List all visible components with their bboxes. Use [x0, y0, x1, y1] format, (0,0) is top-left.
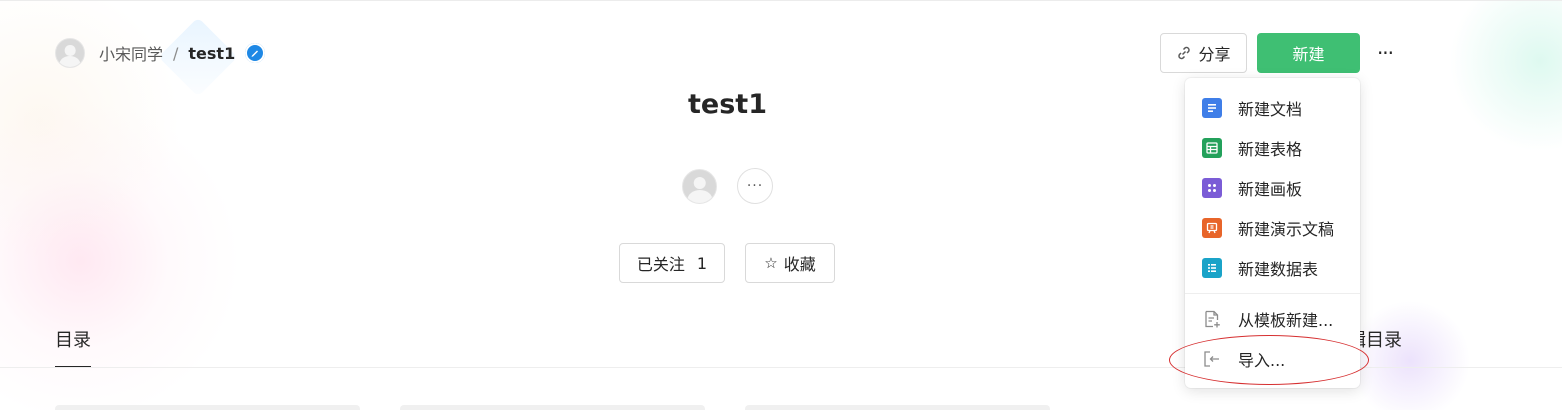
breadcrumb-user[interactable]: 小宋同学	[99, 41, 163, 65]
more-members-button[interactable]: ···	[737, 168, 773, 204]
breadcrumb-separator: /	[173, 43, 179, 63]
menu-item-label: 新建画板	[1238, 180, 1303, 199]
doc-card[interactable]	[400, 405, 705, 410]
star-icon: ☆	[764, 254, 778, 272]
new-button[interactable]: 新建	[1257, 33, 1360, 73]
menu-item-label: 新建文档	[1238, 100, 1303, 119]
datatable-icon	[1202, 258, 1222, 278]
slides-icon	[1202, 218, 1222, 238]
breadcrumb-book[interactable]: test1	[188, 44, 235, 63]
member-avatar[interactable]	[682, 168, 717, 204]
star-button[interactable]: ☆ 收藏	[745, 243, 835, 283]
members-row: ···	[682, 168, 773, 204]
doc-card[interactable]	[55, 405, 360, 410]
sheet-icon	[1202, 138, 1222, 158]
star-label: 收藏	[783, 255, 816, 274]
menu-item-label: 从模板新建...	[1238, 311, 1334, 330]
import-icon	[1202, 349, 1222, 369]
menu-item-new-doc[interactable]: 新建文档	[1185, 88, 1360, 128]
follow-count: 1	[696, 253, 708, 273]
link-icon	[1176, 45, 1192, 61]
share-label: 分享	[1198, 45, 1231, 64]
follow-label: 已关注	[636, 255, 685, 274]
breadcrumb: 小宋同学 / test1	[55, 38, 266, 68]
board-icon	[1202, 178, 1222, 198]
menu-item-new-sheet[interactable]: 新建表格	[1185, 128, 1360, 168]
new-dropdown-menu: 新建文档 新建表格 新建画板 新建演示文稿 新建数据表 从模板新建... 导入.…	[1185, 78, 1360, 388]
more-options-icon[interactable]: ···	[1372, 39, 1398, 67]
user-avatar[interactable]	[55, 38, 85, 68]
menu-item-import[interactable]: 导入...	[1185, 339, 1360, 379]
menu-item-label: 新建演示文稿	[1238, 220, 1335, 239]
doc-card[interactable]	[745, 405, 1050, 410]
doc-icon	[1202, 98, 1222, 118]
menu-item-new-slides[interactable]: 新建演示文稿	[1185, 208, 1360, 248]
verified-badge-icon	[245, 43, 266, 63]
menu-divider	[1185, 293, 1360, 294]
share-button[interactable]: 分享	[1160, 33, 1247, 73]
follow-button[interactable]: 已关注 1	[619, 243, 725, 283]
menu-item-from-template[interactable]: 从模板新建...	[1185, 299, 1360, 339]
tab-toc[interactable]: 目录	[55, 324, 91, 368]
menu-item-new-board[interactable]: 新建画板	[1185, 168, 1360, 208]
template-icon	[1202, 309, 1222, 329]
page: 小宋同学 / test1 分享 新建 ··· test1 ··· 已关注 1 ☆…	[0, 0, 1562, 410]
tab-toc-label: 目录	[55, 330, 91, 351]
menu-item-new-datatable[interactable]: 新建数据表	[1185, 248, 1360, 288]
menu-item-label: 新建数据表	[1238, 260, 1319, 279]
menu-item-label: 导入...	[1238, 351, 1286, 370]
menu-item-label: 新建表格	[1238, 140, 1303, 159]
